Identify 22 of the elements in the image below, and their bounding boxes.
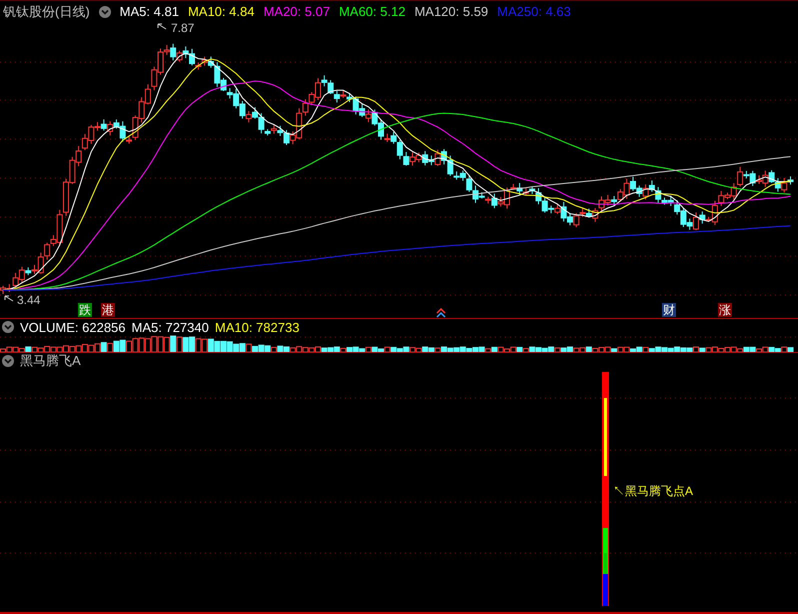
high-price-label: 7.87 [171, 21, 194, 35]
ma-legend-value: MA5: 4.81 [120, 4, 179, 19]
indicator-title: 黑马腾飞A [20, 352, 81, 370]
stock-title: 钒钛股份(日线) [3, 2, 90, 20]
ma-legend-value: MA120: 5.59 [414, 4, 488, 19]
double-caret-icon[interactable] [436, 308, 446, 318]
volume-legend-value: MA5: 727340 [132, 320, 209, 334]
volume-legend-value: VOLUME: 622856 [20, 320, 126, 334]
volume-legend-value: MA10: 782733 [214, 320, 300, 334]
ma-legend-value: MA250: 4.63 [497, 4, 571, 19]
ma-legend-value: MA60: 5.12 [338, 4, 406, 19]
event-marker[interactable]: 港 [101, 303, 115, 317]
event-marker[interactable]: 财 [662, 303, 676, 317]
collapse-icon[interactable] [2, 354, 14, 366]
collapse-icon[interactable] [2, 321, 14, 333]
ma-legend-value: MA10: 4.84 [188, 4, 254, 19]
low-price-label: 3.44 [17, 293, 40, 307]
event-marker[interactable]: 涨 [718, 303, 732, 317]
ma-legend-value: MA20: 5.07 [263, 4, 330, 19]
signal-label: ↖黑马腾飞点A [613, 483, 694, 500]
collapse-icon[interactable] [98, 6, 111, 18]
event-marker[interactable]: 跌 [78, 303, 92, 317]
